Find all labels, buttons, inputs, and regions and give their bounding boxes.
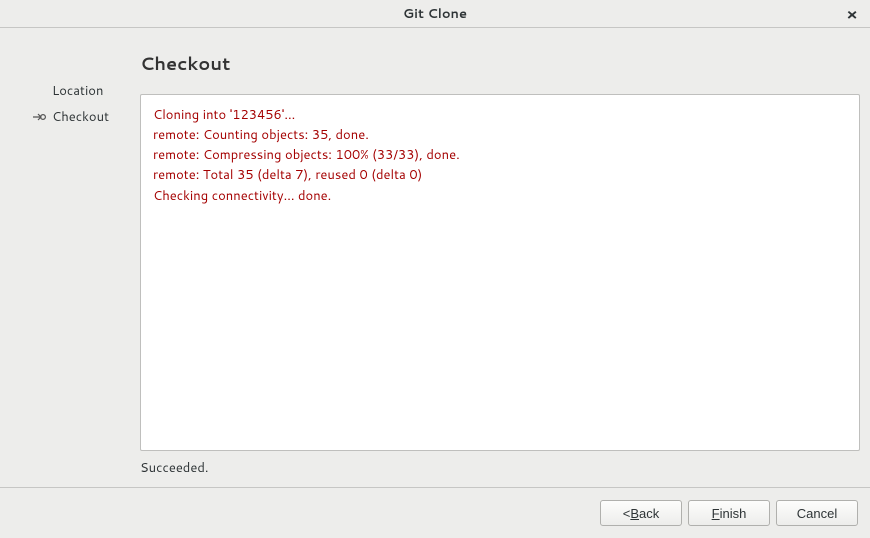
sidebar-item-label: Checkout [52,108,109,126]
back-prefix: < [623,506,631,521]
dialog-body: Location Checkout Checkout Cloning into … [0,28,870,488]
back-rest: ack [639,506,659,521]
step-arrow-icon [32,111,52,123]
sidebar-item-location[interactable]: Location [20,78,140,104]
main-panel: Checkout Cloning into '123456'... remote… [140,48,860,477]
dialog-footer: < Back Finish Cancel [0,488,870,538]
back-button[interactable]: < Back [600,500,682,526]
finish-mnemonic: F [712,506,720,521]
clone-output[interactable]: Cloning into '123456'... remote: Countin… [140,94,860,451]
status-text: Succeeded. [140,459,860,477]
back-mnemonic: B [630,506,639,521]
sidebar-item-checkout[interactable]: Checkout [20,104,140,130]
title-bar: Git Clone × [0,0,870,28]
finish-button[interactable]: Finish [688,500,770,526]
wizard-sidebar: Location Checkout [10,48,140,477]
finish-rest: inish [720,506,747,521]
sidebar-item-label: Location [52,82,103,100]
cancel-button[interactable]: Cancel [776,500,858,526]
page-title: Checkout [140,50,860,76]
window-title: Git Clone [403,5,467,23]
close-icon[interactable]: × [842,4,862,24]
